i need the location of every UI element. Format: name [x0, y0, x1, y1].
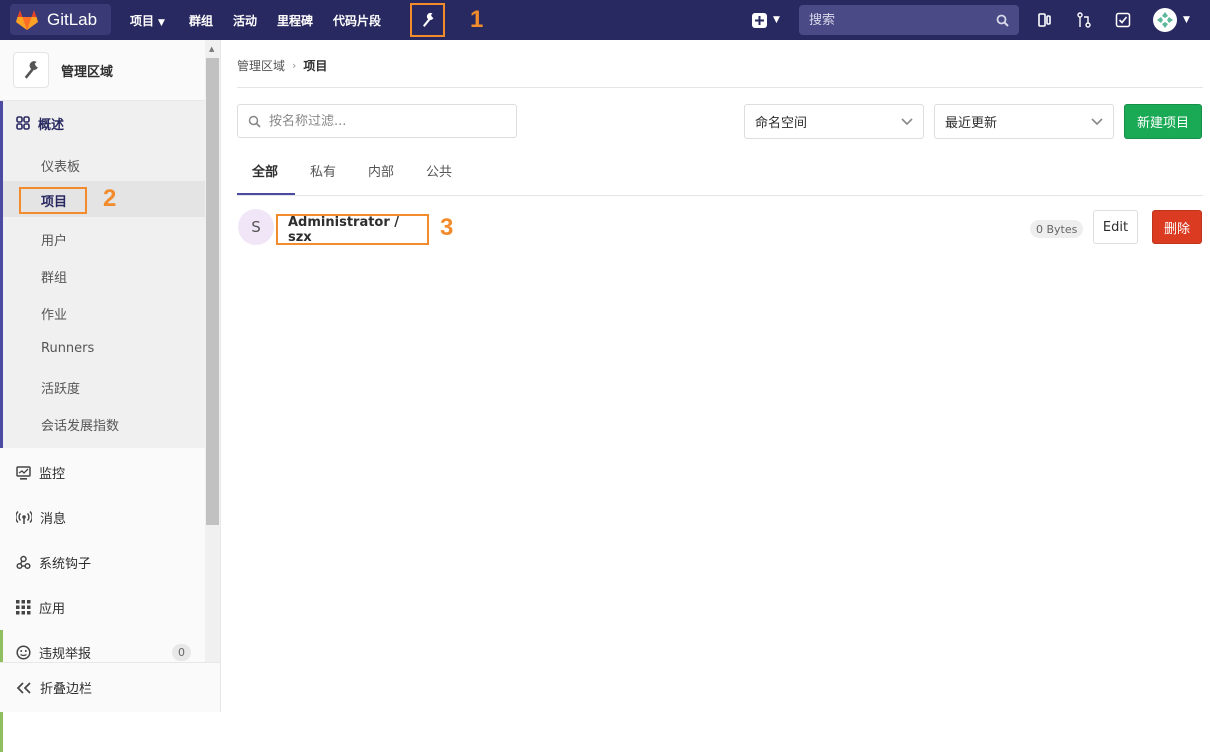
sidebar-header[interactable]: 管理区域: [0, 40, 205, 101]
project-filter[interactable]: [237, 104, 517, 138]
sidebar-section-overview: 概述 仪表板 项目 2 用户 群组 作业 Runners 活跃度 会话发展指数: [0, 101, 205, 448]
filter-by-name-input[interactable]: [269, 113, 499, 129]
project-avatar[interactable]: S: [238, 209, 274, 245]
sidebar-item-devops-score[interactable]: 会话发展指数: [41, 415, 119, 434]
merge-request-icon: [1077, 12, 1091, 28]
nav-projects-label: 项目: [130, 14, 155, 28]
sidebar-item-monitoring[interactable]: 监控: [16, 463, 191, 482]
todo-check-icon: [1115, 12, 1131, 28]
brand-name: GitLab: [47, 9, 98, 29]
top-navbar: GitLab 项目 ▼ 群组 活动 里程碑 代码片段 1 ▼ 搜索 ▼: [0, 0, 1210, 40]
annotation-2: 2: [103, 185, 117, 212]
sidebar-item-messages[interactable]: 消息: [16, 508, 191, 527]
scroll-thumb[interactable]: [206, 58, 219, 525]
plus-square-icon: [752, 12, 767, 28]
delete-project-button[interactable]: 删除: [1152, 210, 1202, 244]
divider: [237, 87, 1203, 88]
sidebar-item-users[interactable]: 用户: [41, 230, 67, 249]
search-icon: [248, 115, 261, 128]
admin-area-button[interactable]: [410, 3, 445, 37]
sort-dropdown[interactable]: 最近更新: [934, 104, 1114, 139]
nav-groups[interactable]: 群组: [189, 12, 213, 29]
namespace-dropdown[interactable]: 命名空间: [744, 104, 924, 139]
double-chevron-left-icon: [16, 681, 31, 694]
nav-activity[interactable]: 活动: [233, 12, 257, 29]
breadcrumb-admin-area[interactable]: 管理区域: [237, 57, 285, 74]
project-name-link[interactable]: Administrator / szx: [276, 214, 429, 245]
gitlab-logo-link[interactable]: GitLab: [10, 4, 111, 35]
sidebar-item-dashboard[interactable]: 仪表板: [41, 156, 80, 175]
search-icon: [996, 14, 1009, 27]
sidebar-item-label: 监控: [39, 467, 66, 482]
sidebar-item-label: 违规举报: [39, 647, 92, 662]
annotation-1: 1: [470, 6, 484, 33]
sidebar-item-abuse-reports[interactable]: 违规举报 0: [16, 643, 191, 662]
issues-button[interactable]: [1035, 10, 1055, 30]
edit-project-button[interactable]: Edit: [1093, 210, 1138, 244]
monitor-icon: [16, 465, 31, 480]
identicon-icon: [1156, 11, 1174, 29]
scroll-up-arrow-icon[interactable]: ▲: [209, 45, 214, 53]
collapse-sidebar-button[interactable]: 折叠边栏: [0, 662, 220, 712]
tab-all[interactable]: 全部: [252, 161, 278, 180]
todos-button[interactable]: [1113, 10, 1133, 30]
chevron-right-icon: ›: [292, 59, 297, 72]
user-menu[interactable]: ▼: [1153, 8, 1190, 32]
apps-icon: [16, 600, 31, 615]
sidebar-item-projects[interactable]: 项目: [19, 187, 87, 214]
chevron-down-icon: [1091, 117, 1103, 125]
search-input[interactable]: [809, 12, 979, 28]
annotation-3: 3: [440, 214, 454, 241]
new-project-button[interactable]: 新建项目: [1124, 104, 1202, 139]
admin-sidebar: 管理区域 概述 仪表板 项目 2 用户 群组 作业 Runners 活跃度 会话…: [0, 40, 221, 752]
project-size-badge: 0 Bytes: [1030, 220, 1084, 238]
sidebar-item-overview[interactable]: 概述: [3, 101, 205, 145]
sidebar-title: 管理区域: [61, 64, 114, 80]
sidebar-item-runners[interactable]: Runners: [41, 341, 94, 356]
global-search[interactable]: [799, 5, 1019, 35]
wrench-icon: [24, 61, 38, 79]
tab-internal[interactable]: 内部: [368, 161, 394, 180]
smiley-icon: [16, 645, 31, 660]
hook-icon: [16, 555, 31, 570]
sidebar-item-label: 系统钩子: [39, 557, 92, 572]
breadcrumb: 管理区域 › 项目: [237, 57, 327, 74]
sidebar-item-label: 概述: [38, 117, 65, 133]
nav-milestones[interactable]: 里程碑: [277, 12, 313, 29]
sidebar-item-label: 消息: [40, 512, 67, 527]
sidebar-item-groups[interactable]: 群组: [41, 267, 67, 286]
divider: [237, 195, 1203, 196]
breadcrumb-current[interactable]: 项目: [303, 57, 327, 74]
broadcast-icon: [16, 510, 32, 524]
sidebar-item-label: 应用: [39, 602, 66, 617]
chevron-down-icon: ▼: [773, 15, 780, 25]
sidebar-scrollbar[interactable]: ▲: [205, 40, 220, 662]
avatar: [1153, 8, 1177, 32]
nav-projects-dropdown[interactable]: 项目 ▼: [130, 12, 165, 29]
sidebar-item-jobs[interactable]: 作业: [41, 304, 67, 323]
admin-avatar: [13, 52, 49, 88]
namespace-label: 命名空间: [755, 116, 808, 131]
new-item-dropdown[interactable]: ▼: [752, 10, 786, 30]
tab-private[interactable]: 私有: [310, 161, 336, 180]
sidebar-item-activity[interactable]: 活跃度: [41, 378, 80, 397]
count-badge: 0: [172, 644, 191, 661]
chevron-down-icon: [901, 117, 913, 125]
chevron-down-icon: ▼: [1183, 15, 1190, 25]
issues-icon: [1038, 13, 1051, 27]
collapse-label: 折叠边栏: [40, 682, 93, 697]
wrench-icon: [422, 12, 433, 27]
sort-label: 最近更新: [945, 116, 998, 131]
chevron-down-icon: ▼: [158, 18, 165, 28]
sidebar-item-applications[interactable]: 应用: [16, 598, 191, 617]
merge-requests-button[interactable]: [1074, 10, 1094, 30]
sidebar-item-system-hooks[interactable]: 系统钩子: [16, 553, 191, 572]
grid-icon: [16, 116, 30, 130]
gitlab-tanuki-icon: [16, 9, 38, 30]
nav-snippets[interactable]: 代码片段: [333, 12, 381, 29]
tab-public[interactable]: 公共: [426, 161, 452, 180]
